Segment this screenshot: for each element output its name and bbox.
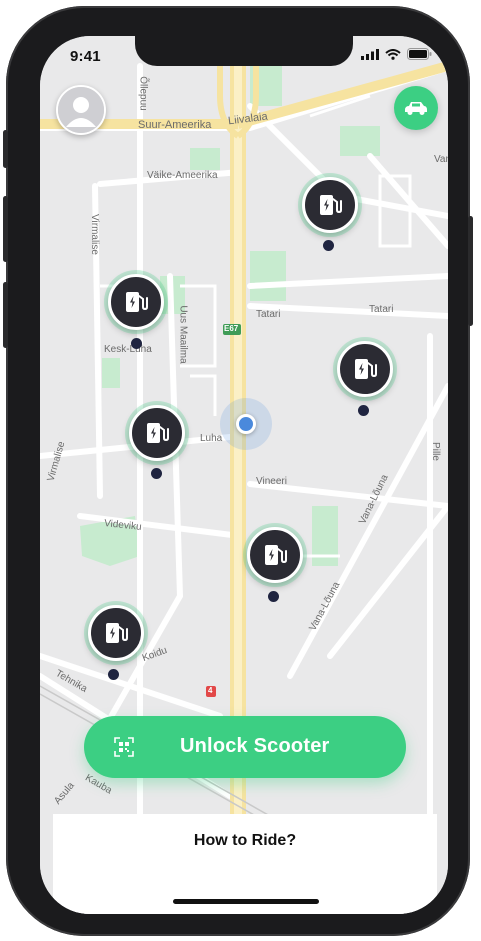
ev-charging-station-icon xyxy=(126,292,148,312)
map-label-valke-ameerika: Väike-Ameerika xyxy=(147,170,218,181)
qr-code-icon xyxy=(114,737,134,757)
status-time: 9:41 xyxy=(70,48,101,65)
station-pin-4[interactable] xyxy=(129,405,185,461)
map-label-uus-maailma: Uus Maailma xyxy=(177,305,189,364)
user-location-dot xyxy=(236,414,256,434)
map-label-tatari-right: Tatari xyxy=(369,304,394,315)
device-notch xyxy=(135,36,353,66)
status-icons xyxy=(361,48,432,60)
ev-charging-station-icon xyxy=(265,545,287,565)
home-indicator[interactable] xyxy=(173,899,319,904)
station-pin-5-dot xyxy=(268,591,279,602)
map-label-e67: E67 xyxy=(224,324,239,333)
volume-down-button xyxy=(3,282,8,348)
map-label-virmalise-top: Virmalise xyxy=(88,214,100,255)
map-label-road-4: 4 xyxy=(208,686,213,695)
station-pin-4-dot xyxy=(151,468,162,479)
station-pin-5[interactable] xyxy=(247,527,303,583)
unlock-scooter-label: Unlock Scooter xyxy=(180,735,330,757)
car-mode-button[interactable] xyxy=(394,86,438,130)
map-label-kesk-luha: Kesk-Luha xyxy=(104,344,152,355)
avatar-icon xyxy=(58,87,104,133)
unlock-scooter-button[interactable]: Unlock Scooter xyxy=(84,716,406,778)
car-icon xyxy=(405,102,427,115)
mute-switch xyxy=(3,130,8,168)
map-label-luha: Luha xyxy=(200,433,223,444)
map-label-vineeri: Vineeri xyxy=(256,476,287,487)
ev-charging-station-icon xyxy=(320,195,342,215)
app-screen: Suur-Ameerika Liivalaia Väike-Ameerika Õ… xyxy=(40,36,448,914)
station-pin-2[interactable] xyxy=(108,274,164,330)
profile-avatar-button[interactable] xyxy=(56,85,106,135)
cellular-signal-icon xyxy=(361,48,379,60)
station-pin-6[interactable] xyxy=(88,605,144,661)
station-pin-1[interactable] xyxy=(302,177,358,233)
battery-icon xyxy=(407,48,432,60)
map-label-vana-top: Vana xyxy=(434,154,448,165)
ev-charging-station-icon xyxy=(106,623,128,643)
wifi-icon xyxy=(385,48,401,60)
ev-charging-station-icon xyxy=(147,423,169,443)
power-button xyxy=(468,216,473,326)
volume-up-button xyxy=(3,196,8,262)
station-pin-2-dot xyxy=(131,338,142,349)
station-pin-3-dot xyxy=(358,405,369,416)
station-pin-1-dot xyxy=(323,240,334,251)
how-to-ride-label: How to Ride? xyxy=(193,832,297,849)
station-pin-6-dot xyxy=(108,669,119,680)
map-label-tatari-left: Tatari xyxy=(256,309,281,320)
map-label-ollepuu: Õllepuu xyxy=(137,76,149,111)
station-pin-3[interactable] xyxy=(337,341,393,397)
map-label-suur-ameerika: Suur-Ameerika xyxy=(138,119,212,131)
ev-charging-station-icon xyxy=(355,359,377,379)
map-label-pille: Pille xyxy=(429,442,441,461)
